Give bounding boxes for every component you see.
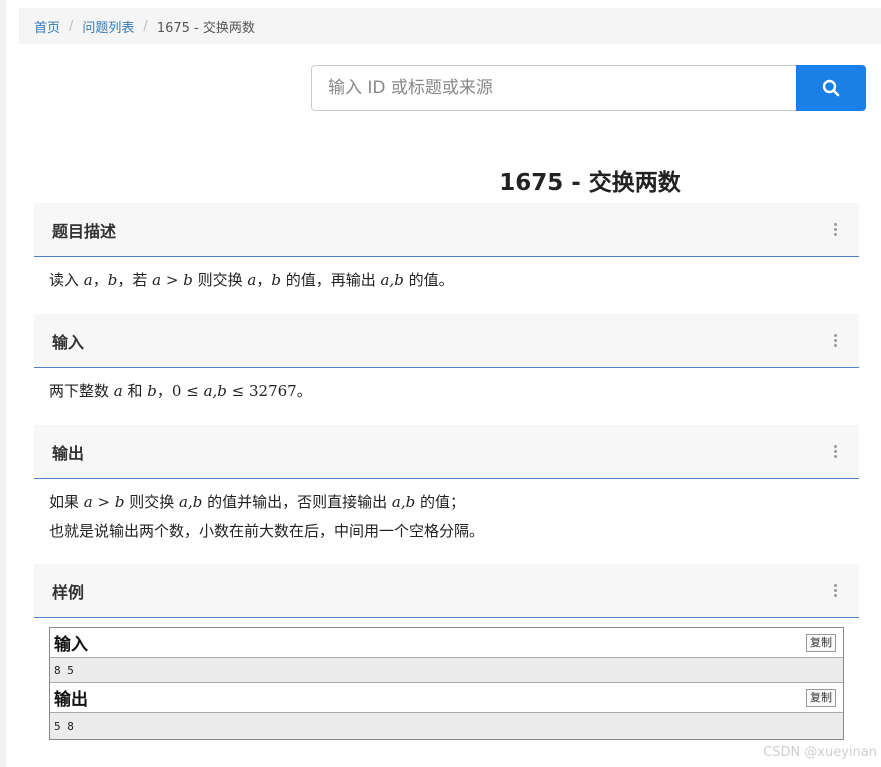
section-body-input: 两下整数 a 和 b，0 ≤ a,b ≤ 32767。 xyxy=(49,377,849,406)
math-var: a,b xyxy=(380,271,404,289)
section-title: 输出 xyxy=(52,443,85,463)
more-options-icon[interactable] xyxy=(829,444,841,460)
math-var: a xyxy=(247,271,257,289)
math-var: b xyxy=(271,271,281,289)
page-title: 1675 - 交换两数 xyxy=(499,170,681,196)
breadcrumb-separator: / xyxy=(143,18,148,34)
text: 的值并输出，否则直接输出 xyxy=(202,493,392,511)
section-body-description: 读入 a，b，若 a > b 则交换 a，b 的值，再输出 a,b 的值。 xyxy=(49,266,849,295)
text: 和 xyxy=(122,382,148,400)
section-title: 输入 xyxy=(52,332,85,352)
copy-input-button[interactable]: 复制 xyxy=(806,633,836,652)
sample-input-data: 8 5 xyxy=(50,657,843,683)
more-options-icon[interactable] xyxy=(829,333,841,349)
section-body-output: 如果 a > b 则交换 a,b 的值并输出，否则直接输出 a,b 的值； 也就… xyxy=(49,488,849,546)
math-var: b xyxy=(147,382,157,400)
text: 的值，再输出 xyxy=(280,271,381,289)
math-var: a,b xyxy=(391,493,416,511)
sample-input-label: 输入 xyxy=(54,635,88,655)
search-bar xyxy=(311,65,866,111)
text: 两下整数 xyxy=(49,382,114,400)
text: ，若 xyxy=(117,271,153,289)
math-var: a,b xyxy=(179,493,203,511)
more-options-icon[interactable] xyxy=(829,222,841,238)
sample-output-label: 输出 xyxy=(54,690,88,710)
section-header-input: 输入 xyxy=(34,314,859,368)
sample-input-header: 输入 复制 xyxy=(50,628,843,657)
math-var: a xyxy=(113,382,123,400)
section-header-description: 题目描述 xyxy=(34,203,859,257)
output-line-2: 也就是说输出两个数，小数在前大数在后，中间用一个空格分隔。 xyxy=(49,522,485,540)
math-var: b xyxy=(107,271,118,289)
math-op: > xyxy=(161,271,184,289)
math-var: a xyxy=(152,271,162,289)
section-header-sample: 样例 xyxy=(34,564,859,618)
math-num: 0 ≤ xyxy=(171,382,204,400)
section-header-output: 输出 xyxy=(34,425,859,479)
sample-output-data: 5 8 xyxy=(50,712,843,739)
section-title: 题目描述 xyxy=(52,221,117,241)
left-gutter xyxy=(0,0,6,767)
text: ， xyxy=(256,271,272,289)
copy-output-button[interactable]: 复制 xyxy=(806,688,836,707)
math-var: a,b xyxy=(203,382,227,400)
math-var: b xyxy=(114,493,125,511)
breadcrumb-current: 1675 - 交换两数 xyxy=(156,20,255,36)
breadcrumb: 首页 / 问题列表 / 1675 - 交换两数 xyxy=(19,8,881,44)
section-title: 样例 xyxy=(52,582,85,602)
search-button[interactable] xyxy=(796,65,866,111)
text: 则交换 xyxy=(192,271,248,289)
math-var: b xyxy=(183,271,193,289)
search-input[interactable] xyxy=(311,65,796,111)
watermark: CSDN @xueyinan xyxy=(763,745,877,760)
text: 的值； xyxy=(415,493,465,511)
text: 如果 xyxy=(49,493,84,511)
text: 则交换 xyxy=(124,493,179,511)
math-op: > xyxy=(92,493,115,511)
output-line-1: 如果 a > b 则交换 a,b 的值并输出，否则直接输出 a,b 的值； xyxy=(49,488,849,517)
sample-box: 输入 复制 8 5 输出 复制 5 8 xyxy=(49,627,844,740)
breadcrumb-problem-list-link[interactable]: 问题列表 xyxy=(82,17,134,36)
math-num: ≤ 32767 xyxy=(226,382,297,400)
text: 的值。 xyxy=(403,271,454,289)
search-icon xyxy=(822,79,840,97)
sample-output-header: 输出 复制 xyxy=(50,683,843,712)
math-var: a xyxy=(83,271,93,289)
more-options-icon[interactable] xyxy=(829,583,841,599)
text: ， xyxy=(156,382,172,400)
breadcrumb-separator: / xyxy=(69,18,74,34)
math-var: a xyxy=(83,493,93,511)
text: ， xyxy=(92,271,108,289)
text: 。 xyxy=(296,382,312,400)
breadcrumb-home-link[interactable]: 首页 xyxy=(34,17,60,36)
text: 读入 xyxy=(49,271,84,289)
